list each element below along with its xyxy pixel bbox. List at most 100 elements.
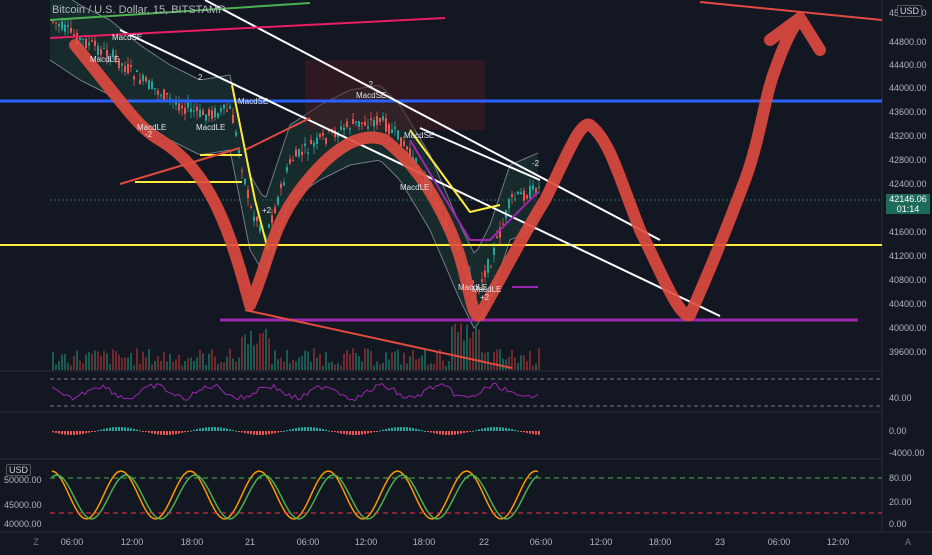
macd-bar	[148, 431, 150, 433]
candle-body	[208, 109, 210, 116]
volume-bar	[133, 365, 135, 370]
candle-body	[301, 151, 303, 156]
macd-bar	[442, 431, 444, 435]
macd-bar	[499, 427, 501, 431]
volume-bar	[253, 345, 255, 370]
candle-body	[88, 42, 90, 46]
volume-bar	[190, 357, 192, 370]
volume-bar	[466, 324, 468, 370]
macd-bar	[475, 430, 477, 432]
candle-body	[511, 194, 513, 197]
candle-body	[175, 102, 177, 105]
candle-body	[310, 139, 312, 145]
macd-bar	[421, 430, 423, 432]
volume-bar	[322, 365, 324, 370]
volume-bar	[64, 353, 66, 370]
volume-bar	[196, 357, 198, 370]
candle-body	[493, 247, 495, 256]
volume-bar	[310, 361, 312, 370]
volume-bar	[538, 348, 540, 370]
volume-bar	[331, 361, 333, 370]
macd-bar	[178, 431, 180, 434]
macd-bar	[271, 431, 273, 434]
macd-bar	[454, 431, 456, 435]
volume-bar	[523, 355, 525, 370]
macd-bar	[517, 430, 519, 432]
candle-body	[484, 270, 486, 278]
macd-bar	[298, 427, 300, 431]
volume-bar	[430, 363, 432, 370]
chart-workspace[interactable]: MacdLE MacdSE MacdLE MacdSE MacdLE MacdSE Macd…	[0, 0, 932, 550]
macd-bar	[202, 427, 204, 431]
macd-bar	[484, 427, 486, 431]
candle-body	[373, 119, 375, 127]
candle-body	[85, 38, 87, 48]
volume-bar	[370, 350, 372, 370]
macd-bar	[187, 431, 189, 432]
price-tick-label: 40800.00	[889, 275, 927, 285]
macd-bar	[235, 430, 237, 432]
macd-bar	[394, 427, 396, 431]
volume-bar	[151, 364, 153, 370]
time-tick-label: 18:00	[649, 537, 672, 547]
volume-bar	[493, 351, 495, 370]
time-tick-label: 12:00	[121, 537, 144, 547]
strategy-annotation-label: -2	[145, 130, 153, 139]
volume-bar	[100, 355, 102, 370]
candle-body	[280, 183, 282, 188]
volume-bar	[220, 361, 222, 370]
candle-body	[490, 266, 492, 268]
macd-bar	[460, 431, 462, 434]
macd-bar	[244, 431, 246, 434]
macd-bar	[166, 431, 168, 435]
currency-label[interactable]: USD	[897, 5, 923, 17]
macd-bar	[94, 431, 96, 432]
candle-body	[343, 127, 345, 131]
auto-scale-button[interactable]: A	[902, 536, 914, 548]
volume-bar	[166, 361, 168, 370]
candle-body	[379, 117, 381, 122]
macd-bar	[157, 431, 159, 435]
volume-bar	[82, 363, 84, 370]
volume-bar	[397, 349, 399, 370]
macd-bar	[304, 427, 306, 431]
candle-body	[82, 38, 84, 40]
macd-bar	[481, 428, 483, 431]
price-tick-label: 39600.00	[889, 347, 927, 357]
macd-bar	[529, 431, 531, 434]
macd-bar	[124, 427, 126, 431]
macd-bar	[145, 431, 147, 432]
candle-body	[94, 40, 96, 46]
candle-body	[229, 106, 231, 109]
volume-bar	[229, 348, 231, 370]
candle-body	[157, 90, 159, 95]
volume-bar	[217, 364, 219, 370]
candle-body	[382, 116, 384, 121]
candle-body	[55, 22, 57, 24]
chart-canvas[interactable]: MacdLE MacdSE MacdLE MacdSE MacdLE MacdSE Macd…	[0, 0, 932, 550]
macd-bar	[535, 431, 537, 435]
candle-body	[487, 259, 489, 273]
price-tick-label: 43200.00	[889, 131, 927, 141]
volume-bar	[388, 359, 390, 370]
symbol-title[interactable]: Bitcoin / U.S. Dollar, 15, BITSTAMP	[52, 4, 225, 16]
volume-bar	[55, 364, 57, 370]
volume-bar	[424, 349, 426, 370]
candle-body	[70, 28, 72, 33]
macd-bar	[229, 429, 231, 431]
price-axis[interactable]: 45200.0044800.0044400.0044000.0043600.00…	[889, 8, 927, 357]
macd-bar	[403, 427, 405, 431]
candle-body	[286, 167, 288, 172]
volume-bar	[97, 351, 99, 370]
macd-bar	[487, 427, 489, 431]
macd-bar	[382, 429, 384, 431]
candle-body	[397, 130, 399, 140]
volume-bar	[286, 350, 288, 370]
zoom-reset-button[interactable]: Z	[30, 536, 42, 548]
volume-bar	[70, 365, 72, 370]
macd-bar	[520, 431, 522, 432]
macd-bar	[319, 428, 321, 431]
macd-bar	[199, 428, 201, 431]
volume-bar	[73, 355, 75, 370]
macd-bar	[136, 429, 138, 431]
